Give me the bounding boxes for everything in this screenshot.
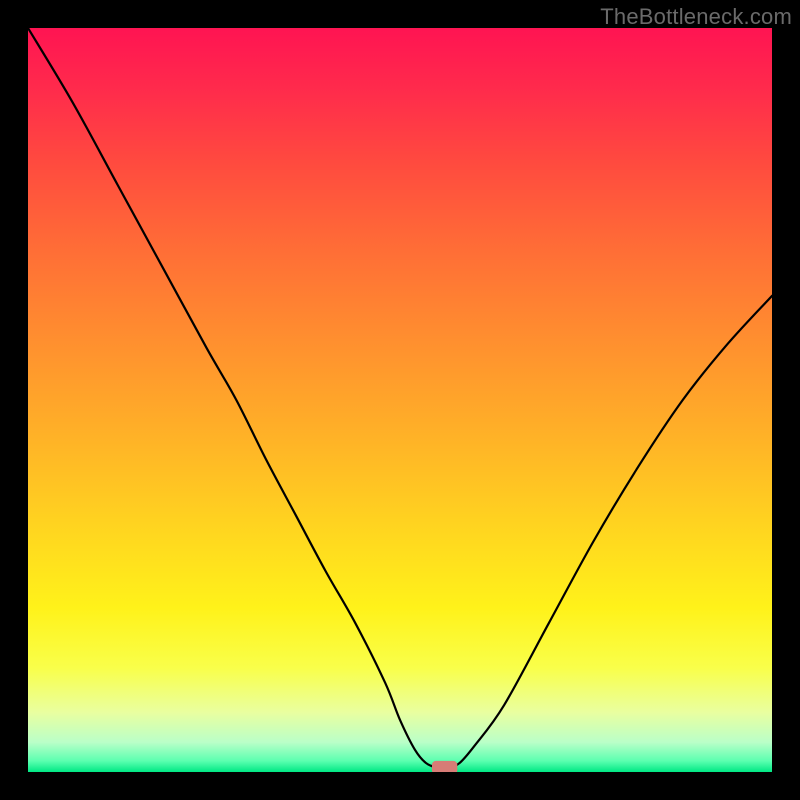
plot-area — [28, 28, 772, 772]
chart-stage: TheBottleneck.com — [0, 0, 800, 800]
optimal-point-marker — [432, 761, 457, 772]
chart-svg — [28, 28, 772, 772]
watermark-text: TheBottleneck.com — [600, 4, 792, 30]
gradient-background — [28, 28, 772, 772]
